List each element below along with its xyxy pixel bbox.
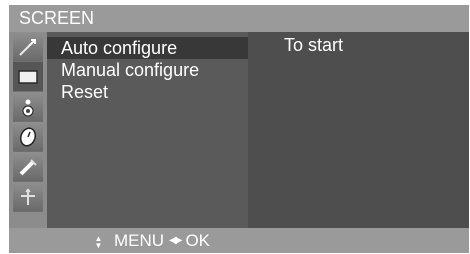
osd-menu-window: SCREEN Auto configure Manual configure R…: [9, 5, 469, 253]
picture-icon[interactable]: [13, 32, 43, 62]
ok-hint-label: OK: [185, 231, 211, 250]
menu-item-auto-configure[interactable]: Auto configure: [47, 37, 248, 59]
menu-item-reset[interactable]: Reset: [47, 81, 248, 103]
value-text: To start: [284, 35, 344, 55]
up-down-arrow-icon: ▲▼: [94, 233, 103, 248]
menu-title: SCREEN: [9, 5, 469, 32]
left-right-arrow-icon: ◀▶: [169, 235, 182, 246]
screen-icon[interactable]: [13, 62, 43, 92]
option-icon[interactable]: [13, 152, 43, 182]
value-panel: To start: [248, 32, 469, 228]
category-icon-column: [9, 32, 47, 228]
position-icon[interactable]: [13, 182, 43, 212]
menu-hint-label: MENU: [114, 231, 165, 250]
navigation-hint: ▲▼ MENU ◀▶ OK: [83, 228, 210, 253]
audio-icon[interactable]: [13, 92, 43, 122]
time-icon[interactable]: [13, 122, 43, 152]
menu-item-manual-configure[interactable]: Manual configure: [47, 59, 248, 81]
menu-list-panel: Auto configure Manual configure Reset: [47, 32, 248, 228]
footer-hint-bar: ▲▼ MENU ◀▶ OK: [9, 228, 469, 253]
